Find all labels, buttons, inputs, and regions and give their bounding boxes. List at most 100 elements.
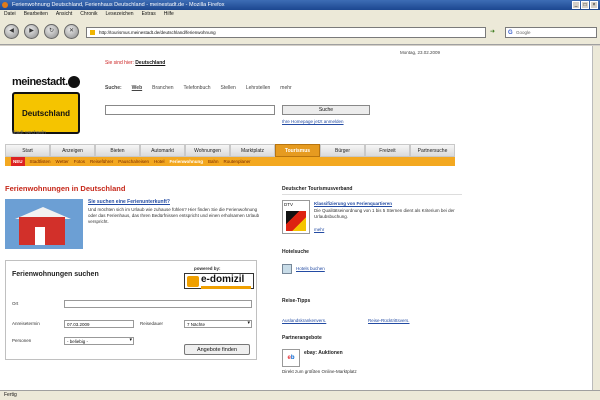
travel-tips-heading: Reise-Tipps xyxy=(282,298,311,304)
maximize-button[interactable]: □ xyxy=(581,1,589,9)
tab-marktplatz[interactable]: Marktplatz xyxy=(230,144,275,157)
tab-automarkt[interactable]: Automarkt xyxy=(140,144,185,157)
menu-ansicht[interactable]: Ansicht xyxy=(56,10,72,19)
sidebar-divider xyxy=(282,194,462,195)
promo-title[interactable]: Sie suchen eine Ferienunterkunft? xyxy=(88,199,170,205)
persons-label: Personen xyxy=(12,338,32,343)
search-bar-placeholder: Google xyxy=(516,30,531,35)
duration-select[interactable]: 7 Nächte xyxy=(184,320,252,328)
back-button[interactable]: ◀ xyxy=(4,24,19,39)
subnav-hotel[interactable]: Hotel xyxy=(154,157,165,166)
house-door xyxy=(35,227,45,245)
hotel-search-heading: Hotelsuche xyxy=(282,249,309,255)
classification-text: Die Qualitätseinordnung von 1 bis 5 Ster… xyxy=(314,208,455,219)
powered-by-label: powered by: xyxy=(194,266,221,271)
search-bar[interactable]: G Google xyxy=(505,27,597,38)
dtv-logo-text: DTV xyxy=(284,202,293,207)
partner-name: e-domizil xyxy=(201,274,245,285)
search-type-mehr[interactable]: mehr xyxy=(280,85,291,91)
subnav-routenplaner[interactable]: Routenplaner xyxy=(224,157,251,166)
forward-button[interactable]: ▶ xyxy=(24,24,39,39)
stop-button[interactable]: ✕ xyxy=(64,24,79,39)
breadcrumb-location[interactable]: Deutschland xyxy=(135,60,165,66)
browser-window: Ferienwohnung Deutschland, Ferienhaus De… xyxy=(0,0,600,400)
promo-text: Und möchten sich im Urlaub wie zuhause f… xyxy=(88,207,260,224)
search-label: Suche: xyxy=(105,85,122,91)
firefox-icon xyxy=(2,2,8,8)
window-title: Ferienwohnung Deutschland, Ferienhaus De… xyxy=(12,2,225,8)
dtv-logo[interactable]: DTV xyxy=(282,200,310,234)
search-type-lehrstellen[interactable]: Lehrstellen xyxy=(246,85,270,91)
german-flag-icon xyxy=(286,211,306,231)
persons-select[interactable]: - beliebig - xyxy=(64,337,134,345)
arrival-label: Anreisetermin xyxy=(12,321,40,326)
menu-bar: Datei Bearbeiten Ansicht Chronik Lesezei… xyxy=(0,10,600,19)
hotels-book-link[interactable]: Hotels buchen xyxy=(296,266,325,271)
search-type-stellen[interactable]: Stellen xyxy=(221,85,236,91)
current-date: Montag, 23.02.2009 xyxy=(400,50,441,55)
menu-lesezeichen[interactable]: Lesezeichen xyxy=(106,10,134,19)
site-search-input[interactable] xyxy=(105,105,275,115)
breadcrumb-label: Sie sind hier: xyxy=(105,60,134,66)
minimize-button[interactable]: _ xyxy=(572,1,580,9)
site-search-button[interactable]: Suche xyxy=(282,105,370,115)
ebay-title[interactable]: ebay: Auktionen xyxy=(304,350,364,356)
menu-datei[interactable]: Datei xyxy=(4,10,16,19)
menu-extras[interactable]: Extras xyxy=(142,10,156,19)
subnav-wetter[interactable]: Wetter xyxy=(56,157,69,166)
arrival-date-input[interactable]: 07.03.2009 xyxy=(64,320,134,328)
subnav-ferienwohnung[interactable]: Ferienwohnung xyxy=(170,157,204,166)
new-badge: NEU xyxy=(11,157,25,166)
duration-label: Reisedauer xyxy=(140,321,164,326)
search-type-web[interactable]: Web xyxy=(132,85,142,91)
house-image xyxy=(5,199,83,249)
site-logo[interactable]: meinestadt.de Deutschland xyxy=(8,76,86,138)
reload-button[interactable]: ↻ xyxy=(44,24,59,39)
subnav-reisefuehrer[interactable]: Reiseführer xyxy=(90,157,113,166)
menu-hilfe[interactable]: Hilfe xyxy=(164,10,174,19)
more-link[interactable]: mehr xyxy=(314,227,324,232)
status-bar: Fertig xyxy=(0,390,600,400)
subnav-pauschalreisen[interactable]: Pauschalreisen xyxy=(118,157,149,166)
google-icon: G xyxy=(508,30,513,36)
holiday-search-box: Ferienwohnungen suchen powered by: e-dom… xyxy=(5,260,257,360)
tab-wohnungen[interactable]: Wohnungen xyxy=(185,144,230,157)
search-type-branchen[interactable]: Branchen xyxy=(152,85,173,91)
sub-navigation: NEU Stadtlisten Wetter Fotos Reiseführer… xyxy=(5,157,455,166)
address-bar[interactable]: http://tourismus.meinestadt.de/deutschla… xyxy=(86,27,486,38)
tip-cancellation-insurance-link[interactable]: Reise-Rücktrittsvers. xyxy=(368,318,410,323)
tab-buerger[interactable]: Bürger xyxy=(320,144,365,157)
navigation-toolbar: ◀ ▶ ↻ ✕ http://tourismus.meinestadt.de/d… xyxy=(0,19,600,45)
search-box-title: Ferienwohnungen suchen xyxy=(12,271,99,278)
classification-link[interactable]: Klassifizierung von Ferienquartieren xyxy=(314,201,392,206)
location-pin-icon xyxy=(68,76,80,88)
main-tabs: Start Anzeigen Bieten Automarkt Wohnunge… xyxy=(5,144,455,157)
ort-label: Ort xyxy=(12,301,19,306)
change-city-button[interactable]: Stadt wechseln xyxy=(12,130,46,136)
subnav-stadtlisten[interactable]: Stadtlisten xyxy=(30,157,51,166)
tab-bieten[interactable]: Bieten xyxy=(95,144,140,157)
vertical-scrollbar[interactable] xyxy=(592,46,600,390)
subnav-bahn[interactable]: Bahn xyxy=(208,157,219,166)
ebay-text: Direkt zum größten Online-Marktplatz xyxy=(282,369,357,374)
ort-input[interactable] xyxy=(64,300,252,308)
find-offers-button[interactable]: Angebote finden xyxy=(184,344,250,355)
homepage-register-link[interactable]: Ihre Homepage jetzt anmelden xyxy=(282,119,344,124)
close-button[interactable]: × xyxy=(590,1,598,9)
ebay-logo[interactable]: eb xyxy=(282,349,300,367)
tab-tourismus[interactable]: Tourismus xyxy=(275,144,320,157)
e-domizil-logo[interactable]: e-domizil xyxy=(184,273,254,289)
go-arrow-icon[interactable]: ➜ xyxy=(490,28,498,37)
breadcrumb: Sie sind hier: Deutschland xyxy=(105,60,165,66)
subnav-fotos[interactable]: Fotos xyxy=(74,157,85,166)
search-type-telefonbuch[interactable]: Telefonbuch xyxy=(184,85,211,91)
tip-health-insurance-link[interactable]: Auslandskrankenvers. xyxy=(282,318,326,323)
tab-freizeit[interactable]: Freizeit xyxy=(365,144,410,157)
menu-bearbeiten[interactable]: Bearbeiten xyxy=(24,10,48,19)
tab-start[interactable]: Start xyxy=(5,144,50,157)
tab-partnersuche[interactable]: Partnersuche xyxy=(410,144,455,157)
menu-chronik[interactable]: Chronik xyxy=(80,10,97,19)
city-sign: Deutschland xyxy=(12,92,80,134)
tab-anzeigen[interactable]: Anzeigen xyxy=(50,144,95,157)
web-page: meinestadt.de Deutschland Stadt wechseln… xyxy=(0,46,600,390)
